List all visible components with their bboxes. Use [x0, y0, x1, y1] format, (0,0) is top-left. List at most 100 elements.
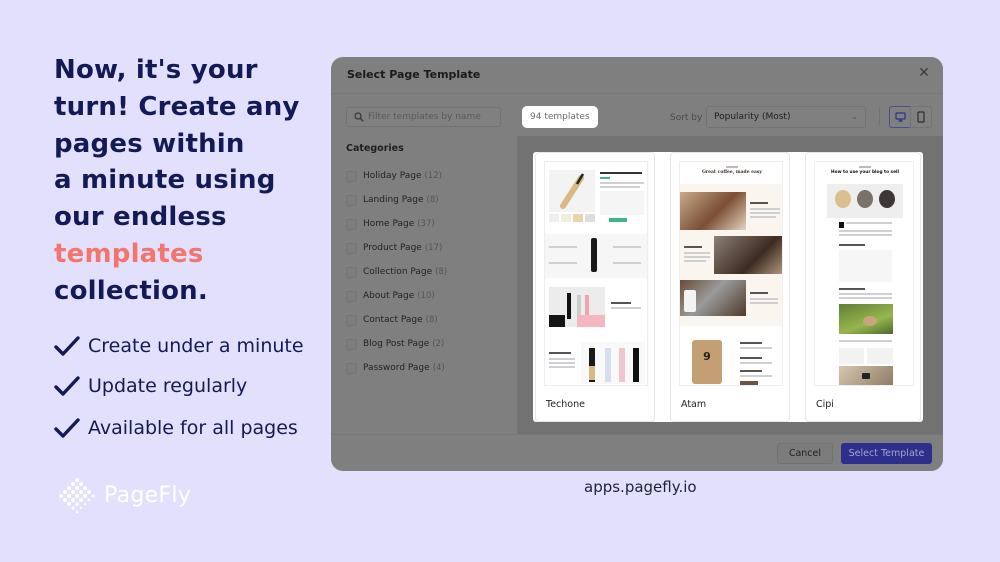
feature-list: Create under a minute Update regularly A… [54, 326, 304, 448]
category-item[interactable]: Contact Page (8) [346, 308, 447, 332]
category-checkbox[interactable] [346, 290, 357, 302]
category-label: Blog Post Page [363, 339, 430, 349]
category-checkbox[interactable] [346, 218, 357, 230]
select-template-modal: Select Page Template ✕ Categories Holida… [331, 57, 943, 471]
category-item[interactable]: Product Page (17) [346, 236, 447, 260]
chevron-down-icon: ⌄ [851, 112, 858, 121]
category-checkbox[interactable] [346, 362, 357, 374]
feature-label: Update regularly [88, 375, 248, 397]
search-input[interactable] [368, 112, 498, 122]
category-label: About Page [363, 291, 415, 301]
category-label: Holiday Page [363, 171, 422, 181]
headline-line: Now, it's your [54, 55, 258, 85]
category-count: (2) [432, 339, 445, 349]
category-item[interactable]: Collection Page (8) [346, 260, 447, 284]
template-preview: How to use your blog to sell [814, 161, 914, 386]
category-item[interactable]: Home Page (37) [346, 212, 447, 236]
category-checkbox[interactable] [346, 194, 357, 206]
sort-label: Sort by [670, 113, 703, 123]
headline-line: our endless [54, 202, 227, 233]
template-cards: Techone Great coffee, made easy 9 Atam H… [533, 152, 923, 422]
category-count: (12) [424, 171, 442, 181]
search-icon [354, 112, 364, 122]
template-card[interactable]: Techone [535, 152, 655, 422]
category-label: Home Page [363, 219, 415, 229]
category-item[interactable]: Blog Post Page (2) [346, 332, 447, 356]
checkmark-icon [54, 418, 80, 438]
feature-item: Create under a minute [54, 326, 304, 366]
toothbrush-icon [560, 173, 585, 209]
category-item[interactable]: Landing Page (8) [346, 188, 447, 212]
product-image [549, 170, 595, 212]
mobile-icon [917, 111, 925, 123]
category-count: (4) [432, 363, 445, 373]
category-label: Product Page [363, 243, 422, 253]
product-lineup [581, 342, 645, 384]
search-field[interactable] [346, 107, 501, 127]
video-image [839, 366, 893, 385]
headline-line: pages within [54, 128, 245, 159]
select-template-button[interactable]: Select Template [841, 443, 932, 464]
coffee-beans-image [714, 236, 782, 274]
app-url: apps.pagefly.io [584, 478, 697, 496]
thumbnail-row [549, 214, 595, 222]
close-icon[interactable]: ✕ [917, 66, 931, 80]
template-toolbar: 94 templates Sort by Popularity (Most) ⌄ [517, 94, 943, 136]
checkmark-icon [54, 336, 80, 356]
pagefly-logo-icon [59, 478, 95, 514]
feature-label: Available for all pages [88, 417, 298, 439]
brand-name: PageFly [104, 482, 192, 508]
category-item[interactable]: Password Page (4) [346, 356, 447, 380]
category-item[interactable]: About Page (10) [346, 284, 447, 308]
desktop-view-button[interactable] [889, 106, 911, 128]
template-count-badge: 94 templates [522, 106, 598, 128]
category-checkbox[interactable] [346, 242, 357, 254]
category-checkbox[interactable] [346, 338, 357, 350]
category-label: Contact Page [363, 315, 423, 325]
headline-line: collection. [54, 275, 208, 306]
cups-image [839, 348, 864, 364]
category-count: (17) [424, 243, 443, 253]
template-card[interactable]: How to use your blog to sell Cipi [805, 152, 921, 422]
lifestyle-image [549, 287, 605, 327]
preview-title: How to use your blog to sell [831, 170, 899, 175]
feature-item: Available for all pages [54, 408, 304, 448]
preview-title: Great coffee, made easy [701, 170, 763, 175]
headline-accent: templates [54, 238, 204, 269]
filter-sidebar: Categories Holiday Page(12) Landing Page… [331, 94, 517, 434]
template-grid: Techone Great coffee, made easy 9 Atam H… [517, 136, 943, 434]
modal-title: Select Page Template [347, 68, 481, 81]
category-count: (8) [426, 195, 439, 205]
category-label: Password Page [363, 363, 430, 373]
product-image [591, 238, 597, 272]
template-preview [544, 161, 648, 386]
template-preview: Great coffee, made easy 9 [679, 161, 783, 386]
template-name: Techone [546, 399, 585, 410]
category-checkbox[interactable] [346, 314, 357, 326]
promo-headline: Now, it's your turn! Create any pages wi… [54, 52, 324, 310]
mobile-view-button[interactable] [910, 106, 932, 128]
category-count: (10) [417, 291, 435, 301]
category-checkbox[interactable] [346, 266, 357, 278]
preview-title [600, 172, 642, 174]
categories-heading: Categories [346, 143, 404, 154]
category-label: Landing Page [363, 195, 424, 205]
brand-logo: PageFly [58, 476, 191, 514]
category-checkbox[interactable] [346, 170, 357, 182]
category-count: (8) [435, 267, 448, 277]
coffee-bag-image: 9 [692, 340, 722, 384]
category-count: (37) [417, 219, 435, 229]
laptop-image [680, 280, 746, 316]
toolbar-divider [879, 108, 880, 126]
feature-item: Update regularly [54, 366, 304, 406]
sort-dropdown[interactable]: Popularity (Most) ⌄ [706, 106, 866, 128]
category-item[interactable]: Holiday Page (12) [346, 164, 447, 188]
checkmark-icon [54, 376, 80, 396]
sort-value: Popularity (Most) [714, 112, 791, 122]
headline-line: turn! Create any [54, 91, 300, 122]
template-name: Cipi [816, 399, 834, 410]
template-card[interactable]: Great coffee, made easy 9 Atam [670, 152, 790, 422]
desktop-icon [894, 112, 906, 122]
template-name: Atam [681, 399, 707, 410]
cancel-button[interactable]: Cancel [776, 443, 833, 464]
